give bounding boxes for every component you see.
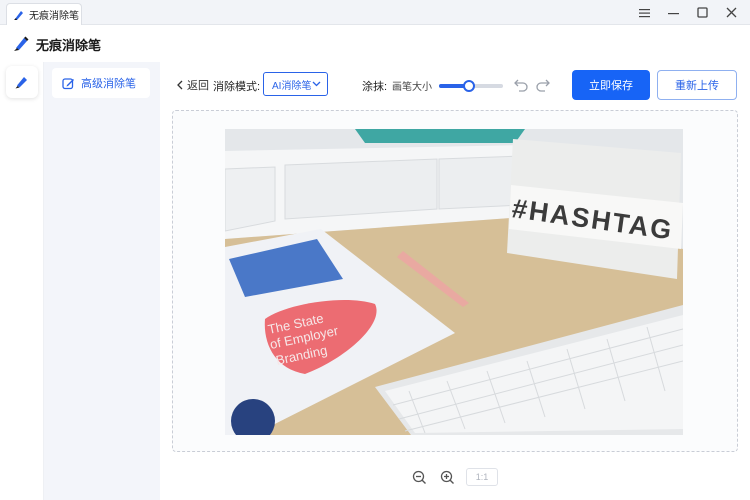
editing-canvas[interactable]: #HASHTAG The State of Employer Branding [172, 110, 738, 452]
app-logo-icon [14, 36, 29, 51]
mode-select[interactable]: AI消除笔 [263, 72, 328, 96]
hamburger-icon [639, 8, 650, 17]
menu-button[interactable] [630, 0, 659, 25]
edit-icon [62, 77, 74, 89]
minimize-button[interactable] [659, 0, 688, 25]
zoom-bar: 1:1 [160, 466, 750, 488]
back-label: 返回 [187, 80, 209, 92]
reupload-button[interactable]: 重新上传 [657, 70, 737, 100]
maximize-button[interactable] [688, 0, 717, 25]
desk-photo-image: #HASHTAG The State of Employer Branding [225, 129, 683, 435]
zoom-in-icon [440, 470, 454, 484]
close-button[interactable] [717, 0, 746, 25]
mode-label: 消除模式: [213, 81, 261, 93]
menu-item-label: 高级消除笔 [81, 78, 136, 90]
close-icon [726, 7, 737, 18]
mode-select-value: AI消除笔 [272, 80, 312, 92]
slider-thumb[interactable] [463, 80, 476, 92]
back-button[interactable]: 返回 [176, 77, 209, 93]
photo-preview[interactable]: #HASHTAG The State of Employer Branding [225, 129, 683, 435]
undo-icon [514, 79, 528, 92]
main-panel: 返回 消除模式: AI消除笔 涂抹: 画笔大小 立即保存 重新上传 #HASHT… [160, 62, 750, 500]
chevron-down-icon [312, 81, 321, 87]
maximize-icon [697, 7, 708, 18]
app-title: 无痕消除笔 [36, 37, 102, 53]
brush-size-slider[interactable] [439, 80, 503, 92]
window-tab[interactable]: 无痕消除笔 [6, 3, 82, 25]
minimize-icon [668, 12, 679, 14]
side-menu: 高级消除笔 [44, 62, 160, 500]
eraser-pen-icon [14, 10, 23, 20]
zoom-in-button[interactable] [438, 468, 456, 486]
brush-size-label: 画笔大小 [392, 82, 432, 93]
save-button[interactable]: 立即保存 [572, 70, 650, 100]
tool-rail [0, 62, 44, 500]
actual-size-button[interactable]: 1:1 [466, 468, 498, 486]
undo-button[interactable] [512, 76, 530, 94]
toolbar: 返回 消除模式: AI消除笔 涂抹: 画笔大小 立即保存 重新上传 [160, 68, 750, 102]
app-header: 无痕消除笔 [0, 26, 750, 62]
zoom-out-button[interactable] [410, 468, 428, 486]
menu-item-advanced-eraser[interactable]: 高级消除笔 [52, 68, 150, 98]
zoom-out-icon [412, 470, 426, 484]
chevron-left-icon [177, 80, 183, 90]
window-tab-title: 无痕消除笔 [29, 11, 79, 22]
brush-label: 涂抹: [362, 81, 388, 93]
eraser-pen-icon [15, 77, 27, 89]
title-bar: 无痕消除笔 [0, 0, 750, 25]
redo-button[interactable] [534, 76, 552, 94]
rail-eraser-tool[interactable] [6, 66, 38, 98]
redo-icon [536, 79, 550, 92]
